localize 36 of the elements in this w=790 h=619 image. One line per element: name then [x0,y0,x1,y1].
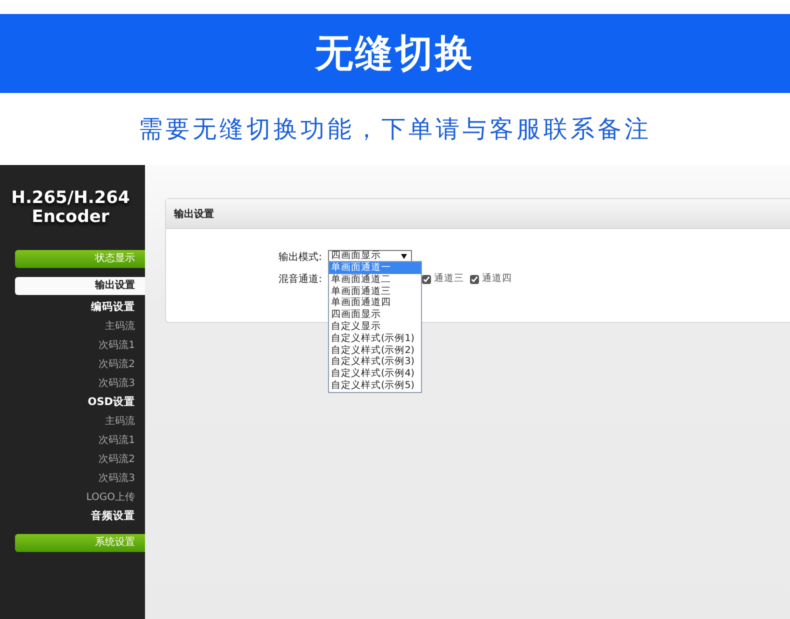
dropdown-option[interactable]: 自定义样式(示例5) [329,380,421,392]
checkbox[interactable] [470,274,479,284]
nav-link[interactable]: 音频设置 [15,507,145,526]
nav-link[interactable]: 次码流2 [15,450,145,469]
nav-link[interactable]: OSD设置 [15,393,145,412]
nav-link[interactable]: LOGO上传 [15,488,145,507]
nav-link[interactable]: 编码设置 [15,298,145,317]
dropdown-option[interactable]: 单画面通道一 [329,262,421,274]
notice-text: 需要无缝切换功能，下单请与客服联系备注 [138,114,652,145]
nav-link[interactable]: 主码流 [15,412,145,431]
checkbox-label: 通道三 [434,272,464,286]
nav-link[interactable]: 次码流3 [15,469,145,488]
dropdown-option[interactable]: 自定义样式(示例1) [329,332,421,345]
dropdown-option[interactable]: 自定义样式(示例3) [329,356,421,368]
dropdown-option[interactable]: 自定义显示 [329,320,421,333]
dropdown-option[interactable]: 单画面通道四 [329,297,421,310]
nav-link[interactable]: 次码流2 [15,355,145,374]
logo-text: H.265/H.264 Encoder [10,189,131,227]
field-label: 混音通道: [278,272,323,287]
dropdown-option[interactable]: 单画面通道二 [329,274,421,286]
dropdown-option[interactable]: 四画面显示 [329,309,421,321]
nav-link[interactable]: 输出设置 [15,277,145,295]
caret-icon [401,254,407,259]
field-label: 输出模式: [278,250,323,265]
select-field[interactable]: 四画面显示 [328,250,412,262]
panel-title: 输出设置 [172,208,214,222]
dropdown-option[interactable]: 单画面通道三 [329,286,421,298]
checkbox[interactable] [422,274,431,284]
dropdown-option[interactable]: 自定义样式(示例2) [329,344,421,356]
dropdown-option[interactable]: 自定义样式(示例4) [329,368,421,380]
nav-link[interactable]: 次码流3 [15,374,145,393]
checkbox-label: 通道四 [482,272,512,286]
nav-link[interactable]: 主码流 [15,317,145,336]
nav-link[interactable]: 次码流1 [15,336,145,355]
banner-title: 无缝切换 [315,30,475,77]
nav-link[interactable]: 次码流1 [15,431,145,450]
